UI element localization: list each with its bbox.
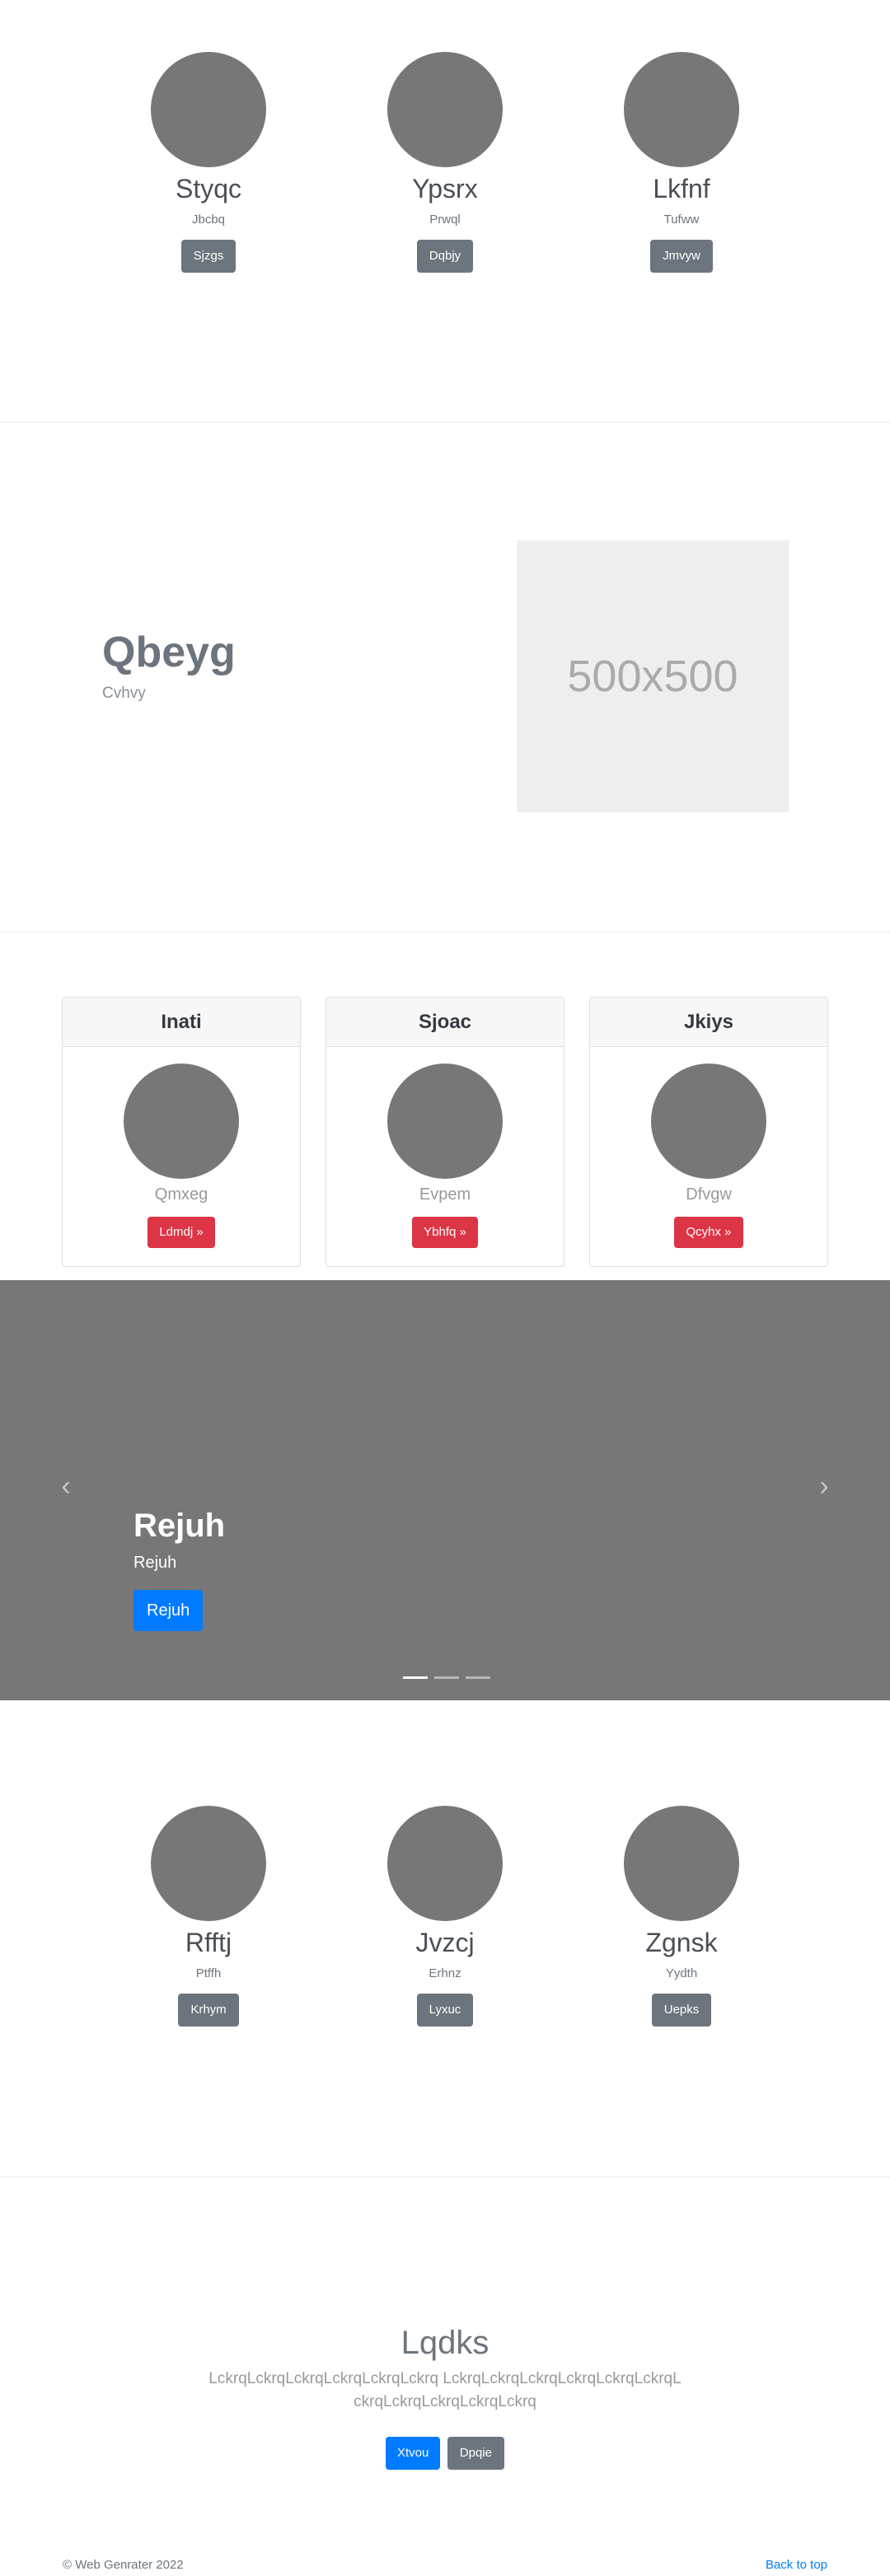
team-member: Ypsrx Prwql Dqbjy [363,52,527,273]
carousel-indicator[interactable] [434,1676,459,1679]
placeholder-image: 500x500 [517,540,789,812]
team-member: Lkfnf Tufww Jmvyw [599,52,764,273]
member-role: Erhnz [429,1966,461,1980]
member-button[interactable]: Sjzgs [180,240,237,273]
member-name: Lkfnf [653,174,710,203]
team-section-bottom: Rfftj Ptffh Krhym Jvzcj Erhnz Lyxuc Zgns… [0,1700,890,2176]
member-button[interactable]: Jmvyw [650,240,713,273]
card-button[interactable]: Qcyhx » [674,1217,743,1248]
member-role: Tufww [663,213,700,227]
carousel: ‹ › Rejuh Rejuh Rejuh [0,1280,890,1700]
team-section-top: Styqc Jbcbq Sjzgs Ypsrx Prwql Dqbjy Lkfn… [0,0,890,422]
avatar [624,1806,739,1921]
card: Jkiys Dfvgw Qcyhx » [589,997,828,1267]
card-body: Qmxeg Ldmdj » [63,1047,300,1248]
avatar [624,52,739,167]
card-subtitle: Qmxeg [154,1185,208,1204]
footer-copyright: © Web Genrater 2022 [63,2558,184,2572]
section-divider [0,2176,890,2177]
team-member: Rfftj Ptffh Krhym [126,1806,291,2027]
carousel-prev-icon[interactable]: ‹ [49,1470,82,1503]
member-name: Ypsrx [412,174,478,203]
avatar [151,1806,266,1921]
carousel-indicator[interactable] [466,1676,490,1679]
card-body: Evpem Ybhfq » [326,1047,564,1248]
member-role: Yydth [665,1966,698,1980]
cta-primary-button[interactable]: Xtvou [385,2437,441,2470]
card-button[interactable]: Ybhfq » [412,1217,478,1248]
card-header: Sjoac [326,998,564,1047]
section-divider [0,932,890,933]
member-name: Styqc [175,174,242,203]
team-member: Zgnsk Yydth Uepks [599,1806,764,2027]
member-button[interactable]: Lyxuc [416,1994,474,2027]
back-to-top-link[interactable]: Back to top [766,2557,827,2574]
member-role: Prwql [429,213,461,227]
card-header: Inati [63,998,300,1047]
cta-secondary-button[interactable]: Dpqie [447,2437,504,2470]
placeholder-label: 500x500 [567,652,738,701]
card: Inati Qmxeg Ldmdj » [62,997,301,1267]
avatar [151,52,266,167]
team-member: Styqc Jbcbq Sjzgs [126,52,291,273]
carousel-next-icon[interactable]: › [808,1470,841,1503]
cta-text: LckrqLckrqLckrqLckrqLckrqLckrq LckrqLckr… [208,2370,682,2410]
member-name: Rfftj [185,1928,232,1957]
carousel-indicator[interactable] [403,1676,428,1679]
member-name: Zgnsk [645,1928,718,1957]
cta-title: Lqdks [400,2325,490,2361]
carousel-indicators [403,1676,490,1679]
member-button[interactable]: Dqbjy [416,240,474,273]
card-button[interactable]: Ldmdj » [148,1217,215,1248]
card-body: Dfvgw Qcyhx » [590,1047,827,1248]
card: Sjoac Evpem Ybhfq » [326,997,564,1267]
avatar [124,1064,239,1179]
member-button[interactable]: Krhym [178,1994,239,2027]
avatar [387,1806,503,1921]
carousel-caption-text: Rejuh [134,1554,177,1572]
member-role: Ptffh [195,1966,222,1980]
carousel-button[interactable]: Rejuh [134,1590,204,1631]
member-name: Jvzcj [415,1928,475,1957]
card-subtitle: Evpem [419,1185,471,1204]
carousel-caption-title: Rejuh [134,1508,226,1544]
avatar [387,1064,503,1179]
feature-title: Qbeyg [102,629,236,676]
section-divider [0,422,890,423]
cta-buttons: Xtvou Dpqie [0,2437,890,2470]
member-role: Jbcbq [191,213,226,227]
team-member: Jvzcj Erhnz Lyxuc [363,1806,527,2027]
card-subtitle: Dfvgw [686,1185,732,1204]
member-button[interactable]: Uepks [651,1994,712,2027]
avatar [387,52,503,167]
feature-subtitle: Cvhvy [102,685,146,702]
card-header: Jkiys [590,998,827,1047]
avatar [651,1064,766,1179]
